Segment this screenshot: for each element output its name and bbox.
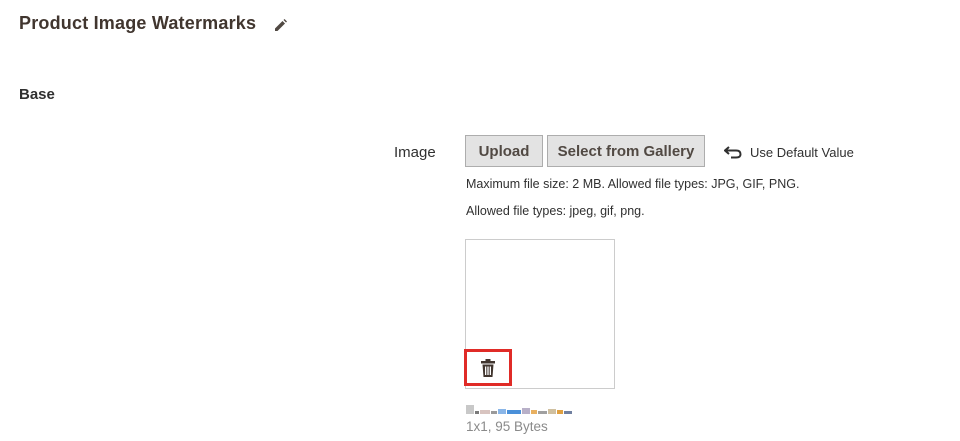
pencil-icon[interactable]: [274, 16, 288, 31]
use-default-value-label: Use Default Value: [750, 144, 854, 160]
allowed-types-note: Allowed file types: jpeg, gif, png.: [466, 204, 645, 218]
use-default-value-toggle[interactable]: Use Default Value: [723, 142, 854, 162]
section-title: Product Image Watermarks: [19, 13, 257, 33]
undo-icon: [723, 145, 742, 159]
upload-button[interactable]: Upload: [465, 135, 543, 167]
section-header: Product Image Watermarks: [19, 12, 288, 34]
image-field-label: Image: [394, 144, 436, 161]
select-from-gallery-button[interactable]: Select from Gallery: [547, 135, 705, 167]
trash-icon: [481, 358, 495, 377]
max-file-size-note: Maximum file size: 2 MB. Allowed file ty…: [466, 177, 800, 191]
group-title: Base: [19, 86, 55, 103]
file-dimensions-size: 1x1, 95 Bytes: [466, 419, 548, 434]
delete-image-button[interactable]: [464, 349, 512, 386]
file-name-redacted[interactable]: [466, 402, 616, 414]
